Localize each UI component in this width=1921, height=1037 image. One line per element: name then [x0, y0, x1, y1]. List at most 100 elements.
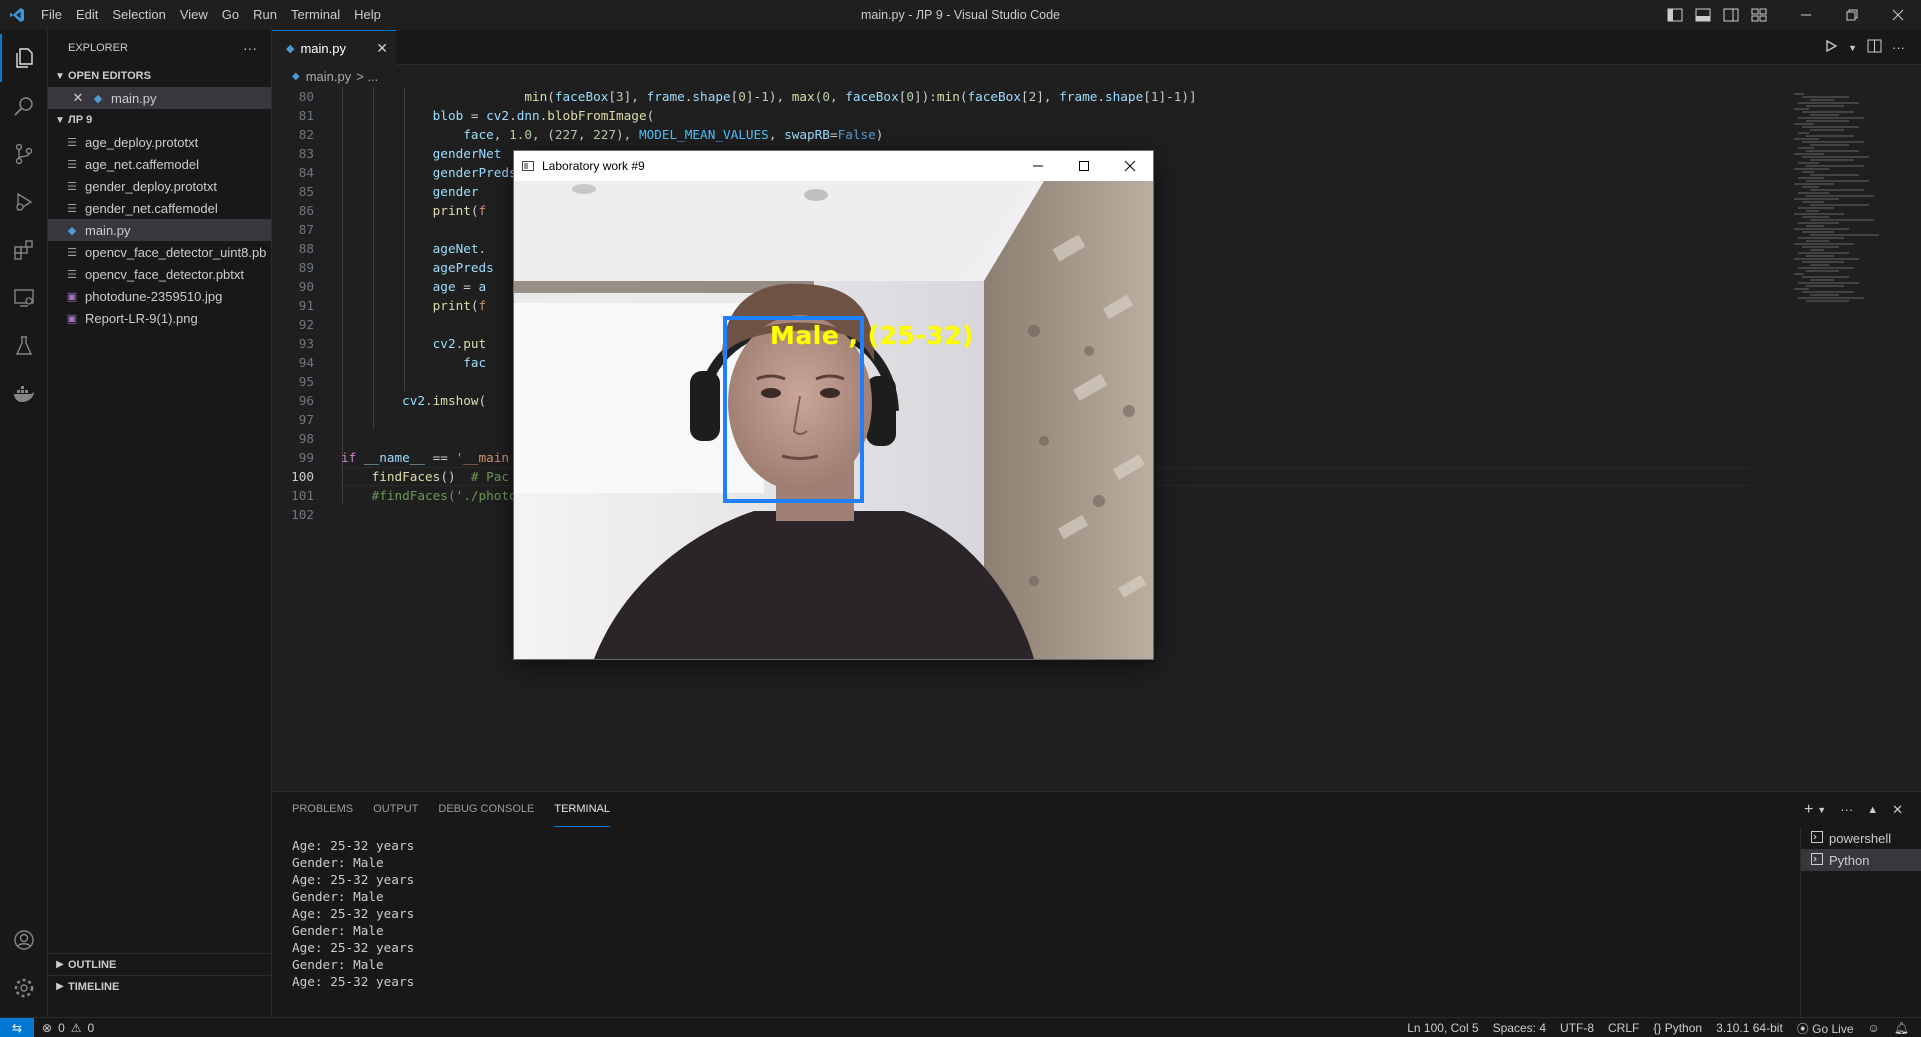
- more-actions-icon[interactable]: ···: [1892, 40, 1905, 55]
- breadcrumb-file[interactable]: main.py: [306, 69, 352, 84]
- minimap-line: [1798, 147, 1814, 149]
- close-tab-icon[interactable]: ✕: [376, 40, 388, 57]
- accounts-icon[interactable]: [0, 916, 48, 964]
- open-editor-item[interactable]: ✕ ◆ main.py: [48, 87, 271, 109]
- remote-indicator-icon[interactable]: ⇆: [0, 1017, 34, 1037]
- line-number: 96: [298, 393, 314, 408]
- tab-terminal[interactable]: TERMINAL: [554, 792, 610, 827]
- chevron-down-icon[interactable]: ▼: [1817, 805, 1826, 815]
- file-item[interactable]: ☰ opencv_face_detector_uint8.pb: [48, 241, 271, 263]
- go-live-button[interactable]: ⦿ Go Live: [1797, 1020, 1854, 1037]
- opencv-window[interactable]: Laboratory work #9 Male , (25-32): [513, 150, 1154, 660]
- encoding[interactable]: UTF-8: [1560, 1021, 1594, 1035]
- tab-main-py[interactable]: ◆ main.py ✕: [272, 30, 396, 65]
- text-lines-icon: ☰: [67, 136, 77, 149]
- tab-problems[interactable]: PROBLEMS: [292, 792, 353, 827]
- file-item[interactable]: ☰ gender_deploy.prototxt: [48, 175, 271, 197]
- minimap-line: [1810, 294, 1839, 296]
- menu-run[interactable]: Run: [246, 0, 284, 30]
- more-actions-icon[interactable]: ···: [243, 40, 257, 56]
- line-number: 86: [298, 203, 314, 218]
- outline-section[interactable]: ▶ OUTLINE: [48, 953, 272, 975]
- file-item[interactable]: ☰ age_deploy.prototxt: [48, 131, 271, 153]
- file-label: opencv_face_detector_uint8.pb: [85, 244, 267, 260]
- tab-output[interactable]: OUTPUT: [373, 792, 418, 827]
- status-problems[interactable]: ⊗ 0 ⚠ 0: [34, 1021, 94, 1035]
- terminal-item-powershell[interactable]: powershell: [1801, 827, 1921, 849]
- source-control-icon[interactable]: [0, 130, 48, 178]
- tab-debug-console[interactable]: DEBUG CONSOLE: [438, 792, 534, 827]
- line-text: cv2.imshow(: [402, 393, 487, 408]
- maximize-panel-icon[interactable]: ▲: [1867, 804, 1878, 816]
- minimap-line: [1810, 159, 1854, 161]
- file-item[interactable]: ☰ age_net.caffemodel: [48, 153, 271, 175]
- line-number: 84: [298, 165, 314, 180]
- remote-explorer-icon[interactable]: [0, 274, 48, 322]
- split-editor-icon[interactable]: [1867, 39, 1882, 56]
- language-mode[interactable]: {} Python: [1653, 1021, 1702, 1035]
- toggle-panel-icon[interactable]: [1691, 3, 1715, 27]
- timeline-section[interactable]: ▶ TIMELINE: [48, 975, 272, 997]
- line-number: 101: [291, 488, 314, 503]
- line-number: 90: [298, 279, 314, 294]
- menu-view[interactable]: View: [173, 0, 215, 30]
- minimap[interactable]: [1792, 87, 1921, 789]
- customize-layout-icon[interactable]: [1747, 3, 1771, 27]
- toggle-secondary-sidebar-icon[interactable]: [1719, 3, 1743, 27]
- menu-go[interactable]: Go: [215, 0, 246, 30]
- opencv-titlebar[interactable]: Laboratory work #9: [514, 151, 1153, 181]
- line-text: genderNet: [432, 146, 502, 161]
- file-item[interactable]: ☰ opencv_face_detector.pbtxt: [48, 263, 271, 285]
- close-window-icon[interactable]: [1107, 151, 1153, 181]
- sidebar-bottom-sections: ▶ OUTLINE ▶ TIMELINE: [48, 953, 272, 997]
- docker-icon[interactable]: [0, 370, 48, 418]
- settings-gear-icon[interactable]: [0, 964, 48, 1012]
- indentation[interactable]: Spaces: 4: [1493, 1021, 1546, 1035]
- maximize-icon[interactable]: [1061, 151, 1107, 181]
- new-terminal-icon[interactable]: +: [1804, 801, 1813, 819]
- notifications-bell-icon[interactable]: 🔔︎: [1894, 1021, 1909, 1035]
- terminal-output[interactable]: Age: 25-32 years Gender: Male Age: 25-32…: [292, 837, 414, 990]
- minimap-line: [1806, 135, 1854, 137]
- minimize-icon[interactable]: [1783, 0, 1829, 30]
- run-debug-icon[interactable]: [0, 178, 48, 226]
- close-editor-icon[interactable]: ✕: [70, 90, 86, 106]
- python-interpreter[interactable]: 3.10.1 64-bit: [1716, 1021, 1783, 1035]
- minimize-icon[interactable]: [1015, 151, 1061, 181]
- menu-selection[interactable]: Selection: [105, 0, 172, 30]
- feedback-icon[interactable]: ☺: [1868, 1021, 1880, 1035]
- menu-help[interactable]: Help: [347, 0, 388, 30]
- search-icon[interactable]: [0, 82, 48, 130]
- breadcrumb-rest[interactable]: > ...: [356, 69, 378, 84]
- minimap-line: [1806, 165, 1864, 167]
- toggle-sidebar-icon[interactable]: [1663, 3, 1687, 27]
- file-item[interactable]: ☰ gender_net.caffemodel: [48, 197, 271, 219]
- menu-terminal[interactable]: Terminal: [284, 0, 347, 30]
- explorer-icon[interactable]: [0, 34, 48, 82]
- menu-edit[interactable]: Edit: [69, 0, 105, 30]
- run-python-icon[interactable]: [1824, 39, 1838, 56]
- menu-file[interactable]: File: [34, 0, 69, 30]
- cursor-position[interactable]: Ln 100, Col 5: [1407, 1021, 1478, 1035]
- file-item[interactable]: ▣ Report-LR-9(1).png: [48, 307, 271, 329]
- terminal-item-python[interactable]: Python: [1801, 849, 1921, 871]
- close-window-icon[interactable]: [1875, 0, 1921, 30]
- restore-icon[interactable]: [1829, 0, 1875, 30]
- extensions-icon[interactable]: [0, 226, 48, 274]
- explorer-sidebar: EXPLORER ··· ▼ OPEN EDITORS ✕ ◆ main.py …: [48, 30, 272, 1017]
- file-item-main-py[interactable]: ◆ main.py: [48, 219, 271, 241]
- webcam-frame: Male , (25-32): [514, 181, 1153, 659]
- file-label: photodune-2359510.jpg: [85, 288, 223, 304]
- minimap-line: [1810, 114, 1839, 116]
- editor-tab-bar: ◆ main.py ✕ ▼ ···: [272, 30, 1921, 65]
- chevron-down-icon[interactable]: ▼: [1848, 43, 1857, 53]
- minimap-line: [1802, 291, 1854, 293]
- testing-icon[interactable]: [0, 322, 48, 370]
- line-ending[interactable]: CRLF: [1608, 1021, 1639, 1035]
- more-actions-icon[interactable]: ···: [1840, 802, 1853, 817]
- open-editors-section[interactable]: ▼ OPEN EDITORS: [48, 65, 271, 87]
- close-panel-icon[interactable]: ✕: [1892, 802, 1903, 818]
- line-number: 97: [298, 412, 314, 427]
- file-item[interactable]: ▣ photodune-2359510.jpg: [48, 285, 271, 307]
- folder-section[interactable]: ▼ ЛР 9: [48, 109, 271, 131]
